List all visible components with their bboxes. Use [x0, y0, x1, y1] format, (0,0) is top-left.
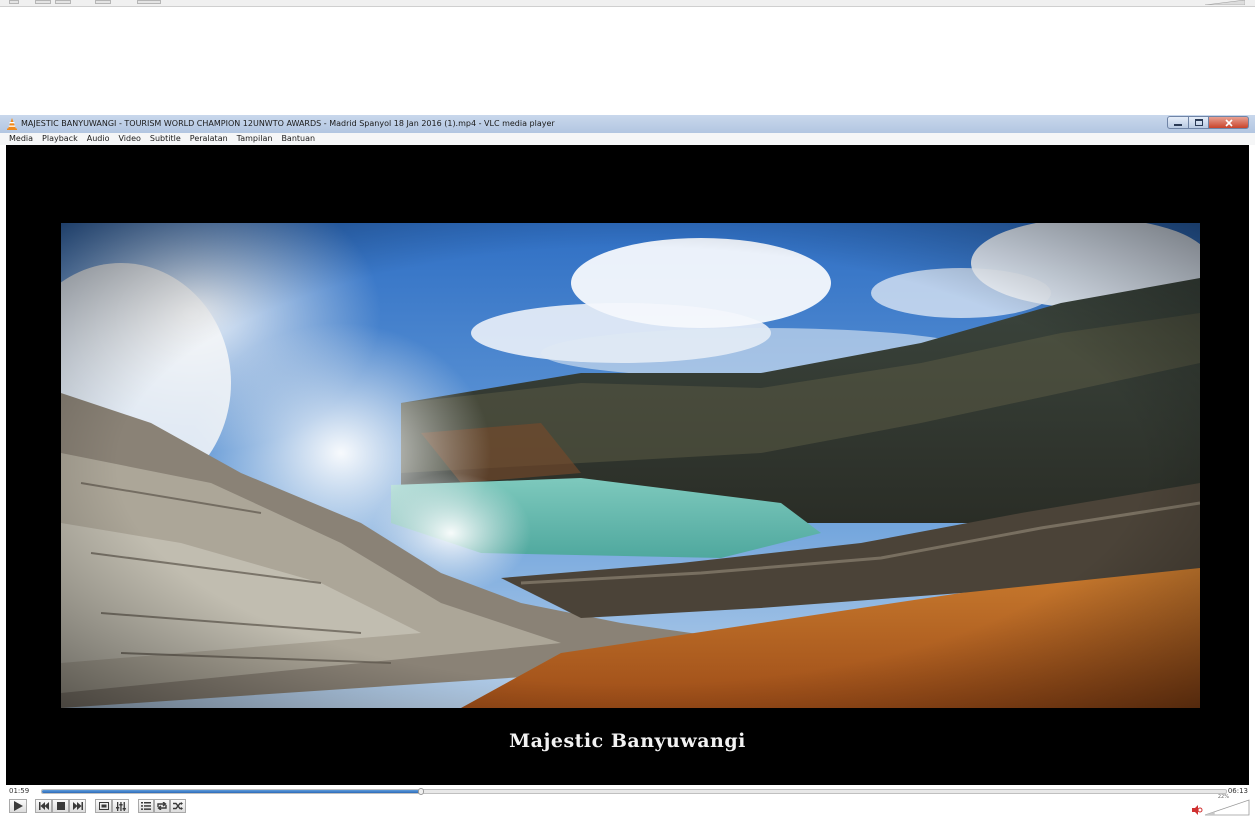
- fullscreen-button[interactable]: [95, 799, 112, 813]
- shuffle-button[interactable]: [170, 799, 186, 813]
- video-area[interactable]: Majestic Banyuwangi: [6, 145, 1249, 785]
- title-bar: MAJESTIC BANYUWANGI - TOURISM WORLD CHAM…: [0, 115, 1255, 134]
- menu-help[interactable]: Bantuan: [281, 133, 315, 145]
- next-button[interactable]: [69, 799, 86, 813]
- volume-control[interactable]: 22%: [1191, 794, 1251, 816]
- mute-icon[interactable]: [1192, 805, 1203, 815]
- previous-icon: [38, 802, 49, 810]
- menu-media[interactable]: Media: [9, 133, 33, 145]
- background-window-strip: [0, 0, 1255, 7]
- menu-view[interactable]: Tampilan: [237, 133, 273, 145]
- extended-settings-icon: [115, 801, 126, 811]
- subtitle-text: Majestic Banyuwangi: [509, 730, 746, 752]
- vlc-cone-icon: [7, 118, 17, 130]
- menu-subtitle[interactable]: Subtitle: [150, 133, 181, 145]
- background-play-button: [9, 0, 19, 4]
- video-frame: [61, 223, 1200, 708]
- loop-button[interactable]: [154, 799, 170, 813]
- menu-tools[interactable]: Peralatan: [190, 133, 228, 145]
- menu-audio[interactable]: Audio: [87, 133, 110, 145]
- seek-handle[interactable]: [417, 788, 424, 795]
- extended-settings-button[interactable]: [112, 799, 129, 813]
- background-skip-buttons: [35, 0, 51, 4]
- seek-progress: [42, 790, 421, 793]
- close-icon: [1224, 118, 1233, 127]
- volume-label: 22%: [1217, 794, 1229, 800]
- maximize-icon: [1194, 119, 1203, 126]
- background-stop-buttons: [55, 0, 71, 4]
- seek-bar[interactable]: [41, 788, 1227, 795]
- window-title: MAJESTIC BANYUWANGI - TOURISM WORLD CHAM…: [21, 119, 555, 128]
- stop-icon: [56, 802, 65, 810]
- fullscreen-icon: [98, 802, 109, 810]
- next-icon: [72, 802, 83, 810]
- menu-playback[interactable]: Playback: [42, 133, 78, 145]
- background-volume-icon: [1205, 0, 1245, 5]
- background-view-buttons: [95, 0, 111, 4]
- loop-icon: [157, 802, 167, 810]
- menu-bar: Media Playback Audio Video Subtitle Pera…: [0, 133, 1255, 145]
- maximize-button[interactable]: [1189, 116, 1209, 129]
- shuffle-icon: [173, 802, 183, 810]
- background-playlist-buttons: [137, 0, 161, 4]
- play-button[interactable]: [9, 799, 27, 813]
- playlist-button[interactable]: [138, 799, 154, 813]
- previous-button[interactable]: [35, 799, 52, 813]
- minimize-button[interactable]: [1167, 116, 1189, 129]
- close-button[interactable]: [1209, 116, 1249, 129]
- menu-video[interactable]: Video: [118, 133, 140, 145]
- stop-button[interactable]: [52, 799, 69, 813]
- time-elapsed: 01:59: [9, 787, 30, 795]
- vlc-window: MAJESTIC BANYUWANGI - TOURISM WORLD CHAM…: [0, 115, 1255, 817]
- video-frame-image: [61, 223, 1200, 708]
- play-icon: [14, 801, 23, 811]
- playlist-icon: [141, 802, 151, 810]
- minimize-icon: [1174, 123, 1182, 126]
